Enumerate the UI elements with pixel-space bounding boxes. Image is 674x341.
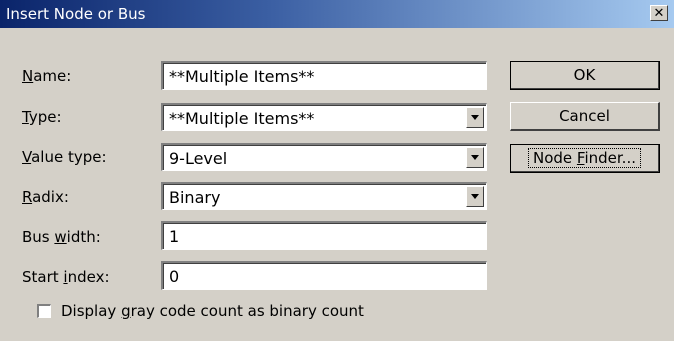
ok-button[interactable]: OK (510, 61, 660, 90)
start-index-label: Start index: (22, 268, 110, 286)
radix-select-value: Binary (169, 188, 221, 207)
value-type-dropdown-button[interactable] (466, 147, 484, 168)
chevron-down-icon (471, 115, 479, 120)
radix-dropdown-button[interactable] (466, 186, 484, 207)
name-input[interactable]: **Multiple Items** (161, 61, 487, 90)
cancel-button[interactable]: Cancel (510, 102, 660, 131)
type-dropdown-button[interactable] (466, 107, 484, 128)
type-select-value: **Multiple Items** (169, 109, 315, 128)
close-button[interactable]: ✕ (650, 5, 668, 21)
type-label: Type: (22, 108, 62, 126)
gray-code-checkbox[interactable] (37, 304, 51, 318)
radix-label: Radix: (22, 188, 69, 206)
close-icon: ✕ (653, 6, 665, 21)
chevron-down-icon (471, 155, 479, 160)
bus-width-input[interactable]: 1 (161, 221, 487, 250)
node-finder-button[interactable]: Node Finder... (510, 144, 660, 173)
gray-code-checkbox-label[interactable]: Display gray code count as binary count (61, 302, 364, 320)
type-select[interactable]: **Multiple Items** (161, 103, 487, 131)
value-type-label: Value type: (22, 148, 107, 166)
value-type-select[interactable]: 9-Level (161, 143, 487, 171)
title-bar: Insert Node or Bus ✕ (0, 0, 674, 28)
bus-width-label: Bus width: (22, 228, 101, 246)
name-label: Name: (22, 67, 72, 85)
start-index-input[interactable]: 0 (161, 261, 487, 290)
value-type-select-value: 9-Level (169, 149, 228, 168)
radix-select[interactable]: Binary (161, 182, 487, 210)
chevron-down-icon (471, 194, 479, 199)
window-title: Insert Node or Bus (6, 5, 146, 23)
